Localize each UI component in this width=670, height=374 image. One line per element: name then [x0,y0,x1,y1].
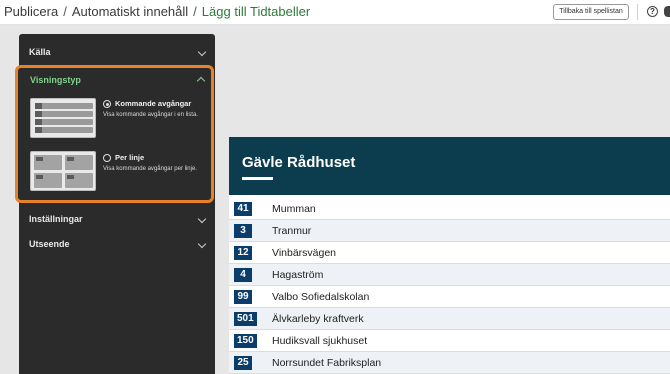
user-menu-icon[interactable] [664,6,670,17]
destination: Vinbärsvägen [272,247,337,259]
breadcrumb-current: Lägg till Tidtabeller [201,4,311,19]
option-desc-per-linje: Visa kommande avgångar per linje. [103,166,197,172]
breadcrumb-separator: / [63,4,67,19]
line-number-badge: 12 [234,246,252,260]
destination: Tranmur [272,225,312,237]
help-icon[interactable]: ? [647,6,658,17]
option-title-per-linje: Per linje [115,153,145,162]
line-number-badge: 3 [234,224,252,238]
list-layout-thumbnail[interactable] [30,98,96,138]
departure-row: 12 Vinbärsvägen [229,242,670,264]
departure-row: 3 Tranmur [229,220,670,242]
breadcrumb-automatiskt-innehall[interactable]: Automatiskt innehåll [72,4,188,19]
option-desc-kommande-avgangar: Visa kommande avgångar i en lista. [103,112,198,118]
line-number-badge: 41 [234,202,252,216]
destination: Älvkarleby kraftverk [272,313,364,325]
destination: Mumman [272,203,316,215]
stop-name-title: Gävle Rådhuset [242,154,356,171]
timetable-preview: Gävle Rådhuset 41 Mumman 3 Tranmur 12 Vi… [229,137,670,374]
departure-row: 25 Norrsundet Fabriksplan [229,352,670,374]
option-title-kommande-avgangar: Kommande avgångar [115,99,192,108]
departure-row: 41 Mumman [229,198,670,220]
breadcrumb-separator: / [193,4,197,19]
accordion-kalla-label: Källa [29,47,51,57]
chevron-up-icon [196,76,206,86]
destination: Valbo Sofiedalskolan [272,291,370,303]
departure-row: 150 Hudiksvall sjukhuset [229,330,670,352]
departure-row: 4 Hagaström [229,264,670,286]
top-bar: Publicera / Automatiskt innehåll / Lägg till… [0,0,670,25]
accordion-installningar[interactable]: Inställningar [19,209,215,231]
accordion-visningstyp-header[interactable]: Visningstyp [18,68,211,90]
back-to-playlist-button[interactable]: Tillbaka till spellistan [553,4,629,20]
breadcrumb-publicera[interactable]: Publicera [4,4,58,19]
header-divider [637,4,638,20]
departure-row: 501 Älvkarleby kraftverk [229,308,670,330]
line-number-badge: 4 [234,268,252,282]
chevron-down-icon [197,47,207,57]
per-line-layout-thumbnail[interactable] [30,151,96,191]
accordion-installningar-label: Inställningar [29,214,83,224]
line-number-badge: 150 [234,334,257,348]
accordion-utseende-label: Utseende [29,239,70,249]
departure-row: 99 Valbo Sofiedalskolan [229,286,670,308]
destination: Norrsundet Fabriksplan [272,357,382,369]
title-underline [242,177,273,180]
destination: Hudiksvall sjukhuset [272,335,368,347]
preview-header: Gävle Rådhuset [229,137,670,195]
chevron-down-icon [197,239,207,249]
accordion-visningstyp: Visningstyp Kommande avgångar Visa komma… [15,65,214,203]
accordion-kalla[interactable]: Källa [19,42,215,64]
accordion-visningstyp-label: Visningstyp [30,75,81,85]
chevron-down-icon [197,214,207,224]
destination: Hagaström [272,269,324,281]
accordion-utseende[interactable]: Utseende [19,234,215,256]
line-number-badge: 99 [234,290,252,304]
line-number-badge: 501 [234,312,257,326]
breadcrumb: Publicera / Automatiskt innehåll / Lägg till… [4,4,310,19]
radio-per-linje[interactable] [103,154,111,162]
radio-kommande-avgangar[interactable] [103,100,111,108]
line-number-badge: 25 [234,356,252,370]
